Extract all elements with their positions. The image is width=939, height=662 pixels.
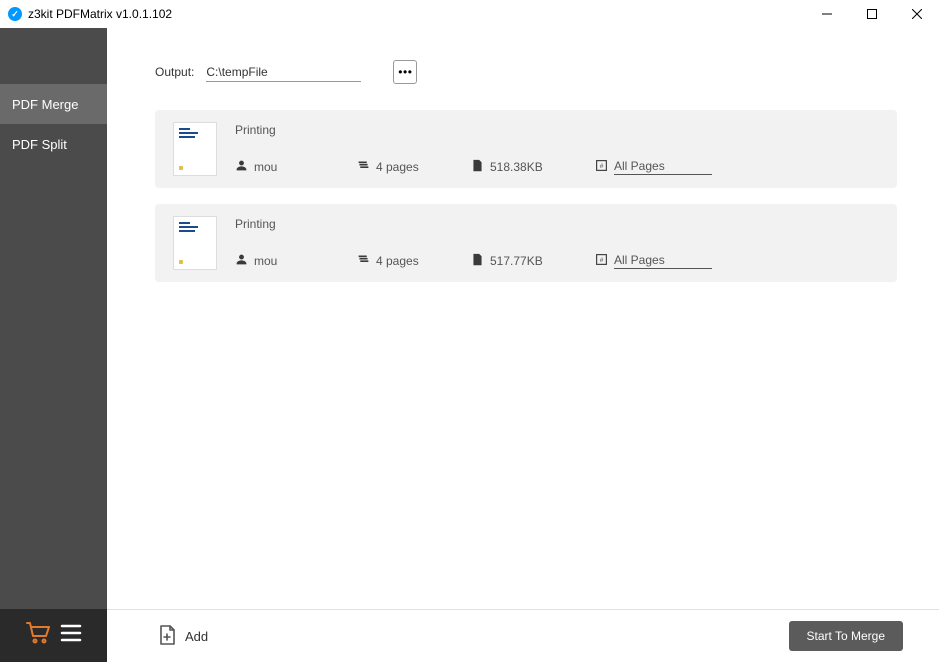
file-size: 518.38KB bbox=[490, 160, 543, 174]
file-thumbnail bbox=[173, 216, 217, 270]
footer: Add Start To Merge bbox=[107, 609, 939, 662]
title-bar: ✓ z3kit PDFMatrix v1.0.1.102 bbox=[0, 0, 939, 28]
file-name: Printing bbox=[235, 217, 879, 231]
main-panel: Output: ••• Printing mou bbox=[107, 28, 939, 662]
pages-icon bbox=[357, 159, 370, 175]
range-icon: # bbox=[595, 159, 608, 175]
output-path-input[interactable] bbox=[206, 63, 361, 82]
file-pages: 4 pages bbox=[376, 160, 419, 174]
sidebar-item-pdf-split[interactable]: PDF Split bbox=[0, 124, 107, 164]
ellipsis-icon: ••• bbox=[398, 66, 412, 78]
start-merge-button[interactable]: Start To Merge bbox=[789, 621, 903, 651]
range-icon: # bbox=[595, 253, 608, 269]
output-label: Output: bbox=[155, 65, 194, 79]
cart-icon[interactable] bbox=[26, 622, 50, 649]
sidebar: PDF Merge PDF Split bbox=[0, 28, 107, 662]
add-button[interactable]: Add bbox=[157, 624, 208, 649]
sidebar-item-label: PDF Split bbox=[12, 137, 67, 152]
add-file-icon bbox=[157, 624, 177, 649]
app-icon: ✓ bbox=[8, 7, 22, 21]
file-name: Printing bbox=[235, 123, 879, 137]
svg-text:#: # bbox=[600, 256, 604, 263]
file-user: mou bbox=[254, 254, 277, 268]
pages-icon bbox=[357, 253, 370, 269]
page-range-input[interactable] bbox=[614, 252, 712, 269]
user-icon bbox=[235, 253, 248, 269]
svg-text:#: # bbox=[600, 162, 604, 169]
file-list: Printing mou 4 pages 518.38KB bbox=[107, 98, 939, 609]
user-icon bbox=[235, 159, 248, 175]
output-row: Output: ••• bbox=[107, 28, 939, 98]
page-range-input[interactable] bbox=[614, 158, 712, 175]
file-thumbnail bbox=[173, 122, 217, 176]
file-user: mou bbox=[254, 160, 277, 174]
menu-icon[interactable] bbox=[60, 623, 82, 648]
file-icon bbox=[471, 159, 484, 175]
sidebar-item-pdf-merge[interactable]: PDF Merge bbox=[0, 84, 107, 124]
file-card[interactable]: Printing mou 4 pages 517.77KB bbox=[155, 204, 897, 282]
minimize-button[interactable] bbox=[804, 0, 849, 28]
browse-output-button[interactable]: ••• bbox=[393, 60, 417, 84]
maximize-button[interactable] bbox=[849, 0, 894, 28]
file-card[interactable]: Printing mou 4 pages 518.38KB bbox=[155, 110, 897, 188]
add-button-label: Add bbox=[185, 629, 208, 644]
file-icon bbox=[471, 253, 484, 269]
close-button[interactable] bbox=[894, 0, 939, 28]
sidebar-item-label: PDF Merge bbox=[12, 97, 78, 112]
app-title: z3kit PDFMatrix v1.0.1.102 bbox=[28, 7, 172, 21]
sidebar-bottom-bar bbox=[0, 609, 107, 662]
file-pages: 4 pages bbox=[376, 254, 419, 268]
file-size: 517.77KB bbox=[490, 254, 543, 268]
